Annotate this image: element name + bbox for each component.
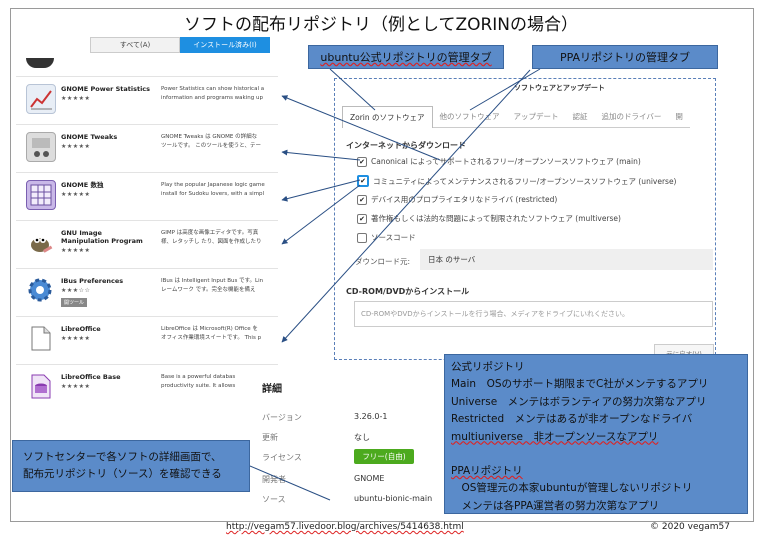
callout-software-center: ソフトセンターで各ソフトの詳細画面で、 配布元リポジトリ（ソース）を確認できる bbox=[12, 440, 250, 492]
copyright: © 2020 vegam57 bbox=[650, 522, 730, 532]
callout-ubuntu-tab: ubuntu公式リポジトリの管理タブ bbox=[308, 45, 504, 69]
arrow-line bbox=[249, 465, 331, 501]
arrow-line bbox=[281, 95, 441, 161]
arrow-line bbox=[329, 68, 376, 111]
arrow-line bbox=[281, 149, 361, 161]
arrow-line bbox=[469, 68, 541, 111]
callout-ppa-tab: PPAリポジトリの管理タブ bbox=[532, 45, 718, 69]
arrow-line bbox=[281, 184, 361, 245]
footer-url[interactable]: http://vegam57.livedoor.blog/archives/54… bbox=[226, 522, 464, 532]
arrow-line bbox=[281, 179, 361, 202]
callout-repository-info: 公式リポジトリ Main OSのサポート期限までC社がメンテするアプリ Univ… bbox=[444, 354, 748, 514]
